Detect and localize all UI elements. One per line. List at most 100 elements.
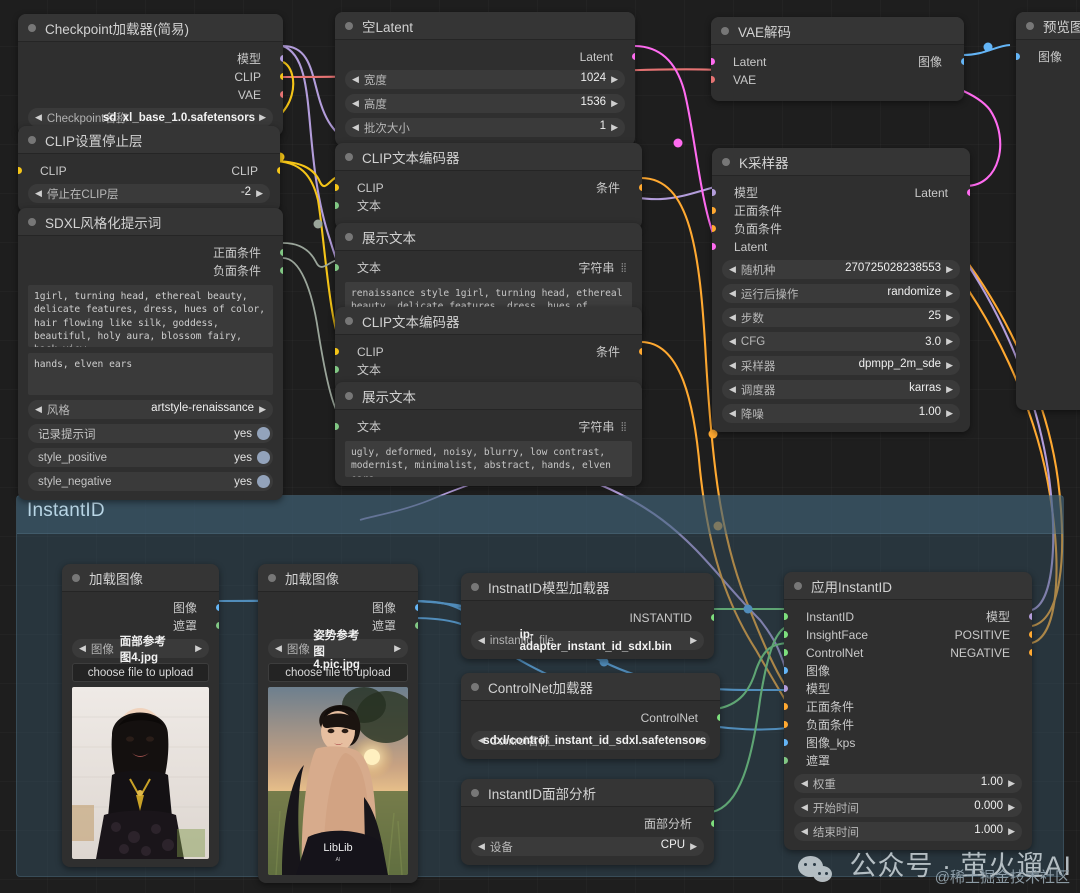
output-slot-controlnet[interactable]: ControlNet [461,709,720,726]
collapse-icon[interactable] [722,157,730,166]
slot-row-clip-cond[interactable]: CLIP 条件 [335,179,642,196]
slot-dot-clip-in[interactable] [335,348,339,355]
toggle-style-negative[interactable]: style_negative yes [28,472,273,491]
next-arrow-icon[interactable]: ▶ [611,99,618,108]
input-slot-negative[interactable]: 负面条件 [712,220,970,237]
slot-dot-mask[interactable] [784,757,788,764]
widget-weight[interactable]: ◀ 权重 1.00 ▶ [794,774,1022,793]
output-slot-negative[interactable]: 负面条件 [18,262,283,279]
slot-dot-latent-in[interactable] [712,243,716,250]
input-slot-mask[interactable]: 遮罩 [784,752,1032,769]
slot-dot-negative[interactable] [279,267,283,274]
node-header[interactable]: 应用InstantID [784,572,1032,600]
widget-width[interactable]: ◀ 宽度 1024 ▶ [345,70,625,89]
next-arrow-icon[interactable]: ▶ [259,113,266,122]
slot-dot-positive[interactable] [279,249,283,256]
slot-dot-image[interactable] [215,604,219,611]
slot-row-text-string[interactable]: 文本 字符串 ⣿ [335,259,642,276]
slot-row-controlnet-negative[interactable]: ControlNet NEGATIVE [784,644,1032,661]
widget-start-at[interactable]: ◀ 开始时间 0.000 ▶ [794,798,1022,817]
slot-dot-instantid[interactable] [710,614,714,621]
node-instantid-face-analysis[interactable]: InstantID面部分析 面部分析 ◀ 设备 CPU ▶ [461,779,714,865]
node-clip-text-encode-negative[interactable]: CLIP文本编码器 CLIP 条件 文本 [335,307,642,393]
next-arrow-icon[interactable]: ▶ [611,75,618,84]
slot-dot-model-in2[interactable] [784,685,788,692]
slot-dot-latent-out[interactable] [966,189,970,196]
slot-dot-image[interactable] [784,667,788,674]
slot-dot-text[interactable] [335,366,339,373]
collapse-icon[interactable] [345,232,353,241]
slot-row-text-string[interactable]: 文本 字符串 ⣿ [335,418,642,435]
next-arrow-icon[interactable]: ▶ [946,265,953,274]
output-slot-image[interactable]: 图像 [62,599,219,616]
widget-denoise[interactable]: ◀ 降噪 1.00 ▶ [722,404,960,423]
output-slot-latent[interactable]: Latent [335,48,635,65]
slot-dot-text-in[interactable] [335,264,339,271]
input-slot-model[interactable]: 模型 [784,680,1032,697]
collapse-icon[interactable] [794,581,802,590]
prev-arrow-icon[interactable]: ◀ [729,337,736,346]
prev-arrow-icon[interactable]: ◀ [352,123,359,132]
prev-arrow-icon[interactable]: ◀ [729,313,736,322]
toggle-knob[interactable] [257,451,270,464]
prev-arrow-icon[interactable]: ◀ [352,99,359,108]
node-header[interactable]: 展示文本 [335,382,642,410]
slot-dot-image[interactable] [414,604,418,611]
prev-arrow-icon[interactable]: ◀ [478,636,485,645]
node-preview-image[interactable]: 预览图像 图像 [1016,12,1080,410]
positive-prompt-textarea[interactable]: 1girl, turning head, ethereal beauty, de… [28,285,273,347]
next-arrow-icon[interactable]: ▶ [946,313,953,322]
slot-row-clip-cond[interactable]: CLIP 条件 [335,343,642,360]
output-slot-instantid[interactable]: INSTANTID [461,609,714,626]
node-header[interactable]: K采样器 [712,148,970,176]
widget-seed[interactable]: ◀ 随机种 270725028238553 ▶ [722,260,960,279]
output-slot-model[interactable]: 模型 [18,50,283,67]
next-arrow-icon[interactable]: ▶ [259,405,266,414]
slot-dot-mask[interactable] [215,622,219,629]
widget-steps[interactable]: ◀ 步数 25 ▶ [722,308,960,327]
widget-checkpoint-name[interactable]: ◀ Checkpoint名称 sd_xl_base_1.0.safetensor… [28,108,273,127]
slot-dot-image-kps[interactable] [784,739,788,746]
negative-prompt-textarea[interactable]: hands, elven ears [28,353,273,395]
node-header[interactable]: 加载图像 [62,564,219,592]
slot-dot-positive[interactable] [712,207,716,214]
prev-arrow-icon[interactable]: ◀ [352,75,359,84]
prev-arrow-icon[interactable]: ◀ [801,803,808,812]
node-checkpoint-loader[interactable]: Checkpoint加载器(简易) 模型 CLIP VAE ◀ Checkpoi… [18,14,283,136]
output-slot-mask[interactable]: 遮罩 [62,617,219,634]
slot-dot-conditioning-out[interactable] [638,348,642,355]
node-header[interactable]: VAE解码 [711,17,964,45]
next-arrow-icon[interactable]: ▶ [1008,827,1015,836]
output-slot-positive[interactable]: 正面条件 [18,244,283,261]
node-clip-set-last-layer[interactable]: CLIP设置停止层 CLIP CLIP ◀ 停止在CLIP层 -2 ▶ [18,126,280,212]
collapse-icon[interactable] [72,573,80,582]
node-header[interactable]: InstantID面部分析 [461,779,714,807]
collapse-icon[interactable] [471,582,479,591]
collapse-icon[interactable] [471,682,479,691]
collapse-icon[interactable] [471,788,479,797]
collapse-icon[interactable] [1026,21,1034,30]
slot-dot-latent-in[interactable] [711,58,715,65]
node-vae-decode[interactable]: VAE解码 Latent 图像 VAE [711,17,964,101]
prev-arrow-icon[interactable]: ◀ [35,189,42,198]
prev-arrow-icon[interactable]: ◀ [478,842,485,851]
slot-dot-vae[interactable] [279,91,283,98]
prev-arrow-icon[interactable]: ◀ [275,644,282,653]
widget-sampler-name[interactable]: ◀ 采样器 dpmpp_2m_sde ▶ [722,356,960,375]
prev-arrow-icon[interactable]: ◀ [729,409,736,418]
collapse-icon[interactable] [345,316,353,325]
prev-arrow-icon[interactable]: ◀ [729,265,736,274]
slot-row-latent-image[interactable]: Latent 图像 [711,53,964,70]
slot-dot-latent[interactable] [631,53,635,60]
widget-control-after-generate[interactable]: ◀ 运行后操作 randomize ▶ [722,284,960,303]
slot-dot-clip[interactable] [279,73,283,80]
slot-dot-vae[interactable] [711,76,715,83]
slot-dot-model-in[interactable] [712,189,716,196]
widget-cfg[interactable]: ◀ CFG 3.0 ▶ [722,332,960,351]
node-clip-text-encode-positive[interactable]: CLIP文本编码器 CLIP 条件 文本 [335,143,642,229]
widget-scheduler[interactable]: ◀ 调度器 karras ▶ [722,380,960,399]
next-arrow-icon[interactable]: ▶ [1008,803,1015,812]
node-header[interactable]: Checkpoint加载器(简易) [18,14,283,42]
widget-end-at[interactable]: ◀ 结束时间 1.000 ▶ [794,822,1022,841]
slot-dot-image[interactable] [1016,53,1020,60]
